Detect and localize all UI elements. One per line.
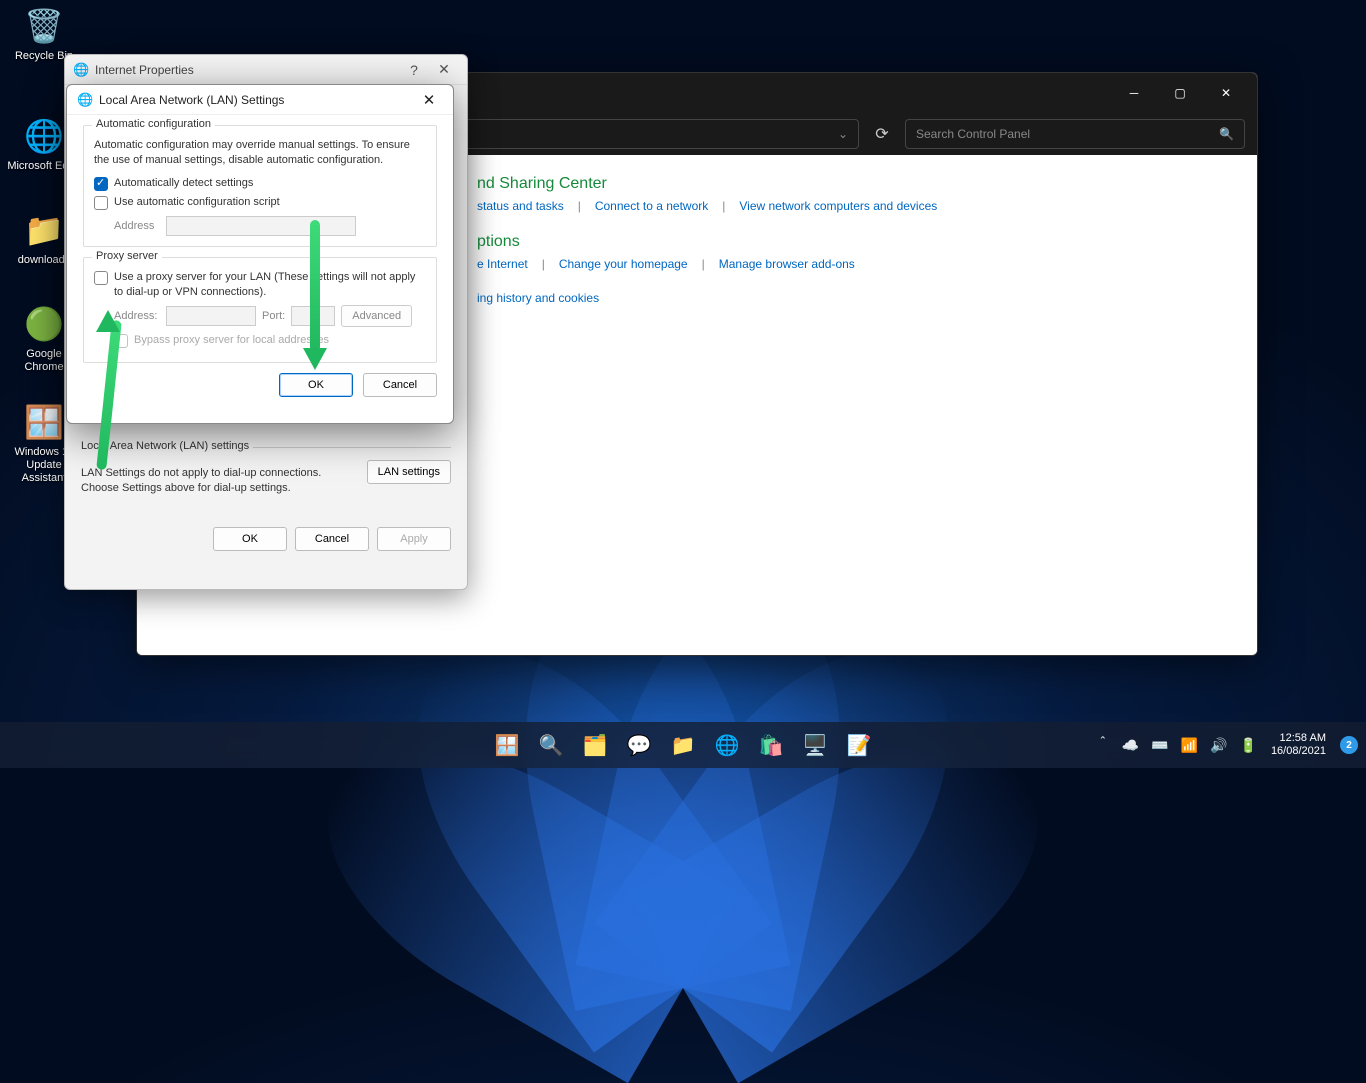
proxy-address-input[interactable]	[166, 306, 256, 326]
lan-ok-button[interactable]: OK	[279, 373, 353, 397]
tray-overflow-button[interactable]: ＾	[1092, 735, 1114, 755]
notepad-taskbar-button[interactable]: 📝	[840, 726, 878, 764]
cp-section-options[interactable]: ptions	[477, 233, 1257, 251]
lan-cancel-button[interactable]: Cancel	[363, 373, 437, 397]
auto-config-note: Automatic configuration may override man…	[94, 138, 426, 168]
link-connect-network[interactable]: Connect to a network	[595, 199, 708, 213]
use-proxy-checkbox[interactable]	[94, 271, 108, 285]
auto-config-group: Automatic configuration Automatic config…	[83, 125, 437, 247]
lan-close-button[interactable]: ✕	[415, 91, 443, 109]
proxy-group: Proxy server Use a proxy server for your…	[83, 257, 437, 364]
auto-detect-label: Automatically detect settings	[114, 176, 253, 191]
script-address-input[interactable]	[166, 216, 356, 236]
cp-search-input[interactable]: Search Control Panel 🔍	[905, 119, 1245, 149]
volume-icon[interactable]: 🔊	[1206, 737, 1231, 754]
battery-icon[interactable]: 🔋	[1236, 737, 1261, 754]
ip-title: Internet Properties	[95, 63, 399, 77]
start-button[interactable]: 🪟	[488, 726, 526, 764]
globe-icon: 🌐	[73, 62, 89, 78]
ip-cancel-button[interactable]: Cancel	[295, 527, 369, 551]
globe-icon: 🌐	[77, 92, 93, 108]
ip-lan-legend: Local Area Network (LAN) settings	[81, 440, 253, 452]
system-tray: ＾ ☁️ ⌨️ 📶 🔊 🔋 12:58 AM 16/08/2021 2	[1092, 732, 1358, 757]
task-view-button[interactable]: 🗂️	[576, 726, 614, 764]
cp-links-sharing: status and tasks| Connect to a network| …	[477, 199, 1257, 213]
cp-maximize-button[interactable]: ▢	[1157, 77, 1203, 109]
file-explorer-button[interactable]: 📁	[664, 726, 702, 764]
ip-ok-button[interactable]: OK	[213, 527, 287, 551]
lan-settings-window: 🌐 Local Area Network (LAN) Settings ✕ Au…	[66, 84, 454, 424]
onedrive-icon[interactable]: ☁️	[1118, 737, 1143, 754]
proxy-port-label: Port:	[262, 310, 285, 322]
ip-close-button[interactable]: ✕	[429, 61, 459, 78]
downloads-icon: 📁	[24, 210, 64, 250]
search-icon: 🔍	[1219, 127, 1234, 141]
cp-close-button[interactable]: ✕	[1203, 77, 1249, 109]
cp-minimize-button[interactable]: ─	[1111, 77, 1157, 109]
ip-help-button[interactable]: ?	[399, 62, 429, 78]
cp-links-options: e Internet| Change your homepage| Manage…	[477, 257, 1257, 271]
link-history-cookies[interactable]: ing history and cookies	[477, 291, 599, 305]
ip-button-row: OK Cancel Apply	[65, 515, 467, 563]
lan-titlebar[interactable]: 🌐 Local Area Network (LAN) Settings ✕	[67, 85, 453, 115]
use-script-checkbox[interactable]	[94, 196, 108, 210]
link-status-tasks[interactable]: status and tasks	[477, 199, 564, 213]
use-proxy-label: Use a proxy server for your LAN (These s…	[114, 270, 426, 300]
taskbar-clock[interactable]: 12:58 AM 16/08/2021	[1265, 732, 1332, 757]
bypass-local-label: Bypass proxy server for local addresses	[134, 333, 329, 348]
taskbar-center: 🪟 🔍 🗂️ 💬 📁 🌐 🛍️ 🖥️ 📝	[488, 726, 878, 764]
search-placeholder: Search Control Panel	[916, 127, 1030, 141]
lan-content: Automatic configuration Automatic config…	[67, 115, 453, 407]
clock-time: 12:58 AM	[1271, 732, 1326, 745]
chevron-down-icon[interactable]: ⌄	[838, 127, 848, 141]
taskbar-search-button[interactable]: 🔍	[532, 726, 570, 764]
recycle-bin-icon: 🗑️	[24, 6, 64, 46]
notification-badge[interactable]: 2	[1340, 736, 1358, 754]
lan-title: Local Area Network (LAN) Settings	[99, 93, 415, 107]
wifi-icon[interactable]: 📶	[1177, 737, 1202, 754]
taskbar: 🪟 🔍 🗂️ 💬 📁 🌐 🛍️ 🖥️ 📝 ＾ ☁️ ⌨️ 📶 🔊 🔋 12:58…	[0, 722, 1366, 768]
store-button[interactable]: 🛍️	[752, 726, 790, 764]
auto-detect-checkbox[interactable]	[94, 177, 108, 191]
proxy-advanced-button[interactable]: Advanced	[341, 305, 412, 327]
clock-date: 16/08/2021	[1271, 745, 1326, 758]
auto-config-legend: Automatic configuration	[92, 118, 215, 130]
lan-settings-button[interactable]: LAN settings	[367, 460, 451, 484]
cp-section-sharing[interactable]: nd Sharing Center	[477, 175, 1257, 193]
keyboard-icon[interactable]: ⌨️	[1147, 737, 1172, 754]
link-view-computers[interactable]: View network computers and devices	[739, 199, 937, 213]
chrome-icon: 🟢	[24, 304, 64, 344]
proxy-legend: Proxy server	[92, 250, 162, 262]
script-address-label: Address	[114, 220, 160, 232]
cp-links-options2: ing history and cookies	[477, 291, 1257, 305]
chat-button[interactable]: 💬	[620, 726, 658, 764]
use-script-label: Use automatic configuration script	[114, 195, 280, 210]
proxy-address-label: Address:	[114, 310, 160, 322]
ip-apply-button[interactable]: Apply	[377, 527, 451, 551]
edge-icon: 🌐	[24, 116, 64, 156]
link-homepage[interactable]: Change your homepage	[559, 257, 688, 271]
ip-titlebar[interactable]: 🌐 Internet Properties ? ✕	[65, 55, 467, 85]
link-addons[interactable]: Manage browser add-ons	[719, 257, 855, 271]
updater-icon: 🪟	[24, 402, 64, 442]
control-panel-taskbar-button[interactable]: 🖥️	[796, 726, 834, 764]
ip-lan-group: Local Area Network (LAN) settings LAN Se…	[81, 447, 451, 503]
edge-taskbar-button[interactable]: 🌐	[708, 726, 746, 764]
cp-refresh-button[interactable]: ⟳	[867, 119, 897, 149]
proxy-port-input[interactable]	[291, 306, 335, 326]
bypass-local-checkbox[interactable]	[114, 334, 128, 348]
ip-lan-note: LAN Settings do not apply to dial-up con…	[81, 466, 355, 497]
link-internet[interactable]: e Internet	[477, 257, 528, 271]
